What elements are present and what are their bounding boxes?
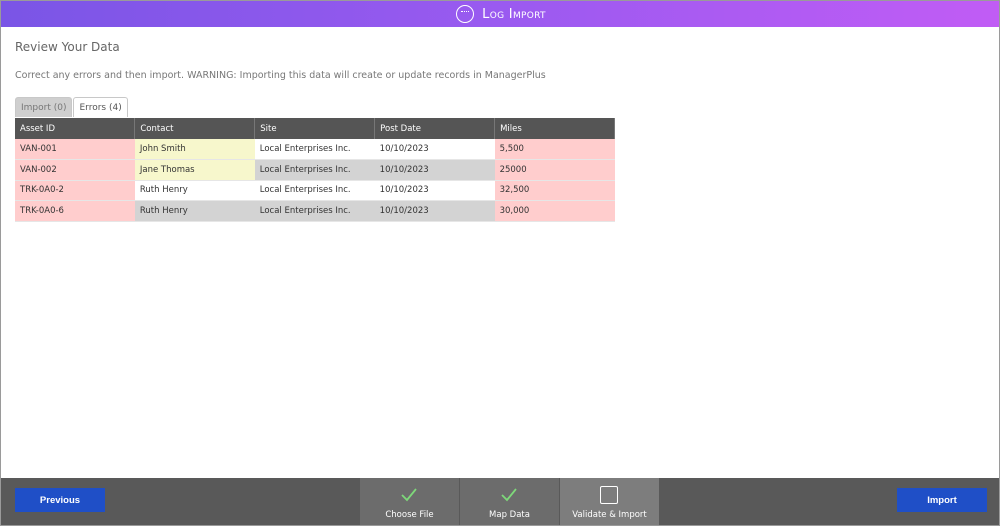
cell-miles[interactable]: 32,500 <box>494 180 615 201</box>
cell-site[interactable]: Local Enterprises Inc. <box>254 200 375 222</box>
check-icon <box>400 486 418 504</box>
cell-asset-id[interactable]: TRK-0A0-6 <box>15 200 135 222</box>
cell-post-date[interactable]: 10/10/2023 <box>374 159 495 181</box>
cell-miles[interactable]: 25000 <box>494 159 615 181</box>
previous-button[interactable]: Previous <box>15 488 105 512</box>
table-row: VAN-002 Jane Thomas Local Enterprises In… <box>15 159 615 181</box>
column-header-post-date[interactable]: Post Date <box>374 118 496 139</box>
cell-asset-id[interactable]: VAN-002 <box>15 159 135 181</box>
tab-errors[interactable]: Errors (4) <box>73 97 128 117</box>
tab-import[interactable]: Import (0) <box>15 97 73 117</box>
cell-miles[interactable]: 5,500 <box>494 139 615 160</box>
column-header-site[interactable]: Site <box>254 118 376 139</box>
column-header-miles[interactable]: Miles <box>494 118 615 139</box>
step-label: Map Data <box>489 510 530 520</box>
check-icon <box>500 486 518 504</box>
step-label: Choose File <box>385 510 434 520</box>
empty-box-icon <box>600 486 618 504</box>
step-choose-file[interactable]: Choose File <box>360 478 459 525</box>
cell-asset-id[interactable]: VAN-001 <box>15 139 135 160</box>
step-validate-import[interactable]: Validate & Import <box>560 478 659 525</box>
table-header-row: Asset ID Contact Site Post Date Miles <box>15 118 615 139</box>
cell-post-date[interactable]: 10/10/2023 <box>374 180 495 201</box>
table-row: TRK-0A0-6 Ruth Henry Local Enterprises I… <box>15 200 615 222</box>
app-window: Log Import Review Your Data Correct any … <box>0 0 1000 526</box>
wizard-steps: Choose File Map Data Validate & Import <box>360 478 660 525</box>
cell-contact[interactable]: Ruth Henry <box>134 200 255 222</box>
column-header-contact[interactable]: Contact <box>134 118 256 139</box>
page-title: Review Your Data <box>15 40 120 54</box>
wizard-footer: Previous Choose File Map Data Validate &… <box>1 478 999 525</box>
cell-miles[interactable]: 30,000 <box>494 200 615 222</box>
window-title: Log Import <box>482 6 546 22</box>
column-header-asset-id[interactable]: Asset ID <box>15 118 136 139</box>
cell-asset-id[interactable]: TRK-0A0-2 <box>15 180 135 201</box>
cell-contact[interactable]: John Smith <box>134 139 255 160</box>
cell-post-date[interactable]: 10/10/2023 <box>374 200 495 222</box>
logo-icon <box>456 5 475 23</box>
cell-site[interactable]: Local Enterprises Inc. <box>254 159 375 181</box>
cell-contact[interactable]: Ruth Henry <box>134 180 255 201</box>
table-row: TRK-0A0-2 Ruth Henry Local Enterprises I… <box>15 180 615 201</box>
title-bar: Log Import <box>1 1 999 27</box>
step-map-data[interactable]: Map Data <box>460 478 559 525</box>
cell-site[interactable]: Local Enterprises Inc. <box>254 139 375 160</box>
step-label: Validate & Import <box>572 510 647 520</box>
import-button[interactable]: Import <box>897 488 987 512</box>
tab-bar: Import (0) Errors (4) <box>15 97 128 117</box>
cell-contact[interactable]: Jane Thomas <box>134 159 255 181</box>
table-row: VAN-001 John Smith Local Enterprises Inc… <box>15 139 615 160</box>
page-instructions: Correct any errors and then import. WARN… <box>15 70 546 81</box>
cell-site[interactable]: Local Enterprises Inc. <box>254 180 375 201</box>
cell-post-date[interactable]: 10/10/2023 <box>374 139 495 160</box>
review-table: Asset ID Contact Site Post Date Miles VA… <box>15 118 615 222</box>
